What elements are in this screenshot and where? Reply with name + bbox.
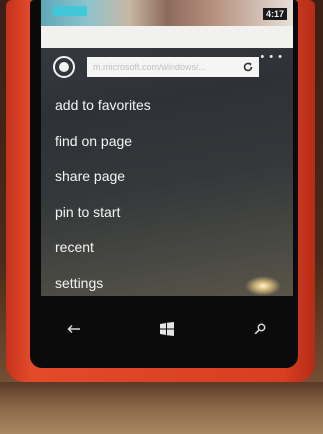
search-button[interactable] (245, 314, 275, 344)
table-surface (0, 382, 323, 434)
photo-frame: 4:17 m.microsoft.com/windows/... • • • a… (0, 0, 323, 434)
hardware-nav-bar (41, 296, 293, 358)
web-page-preview: 4:17 (41, 0, 293, 26)
refresh-icon[interactable] (242, 61, 254, 73)
browser-menu: add to favorites find on page share page… (55, 88, 151, 296)
menu-item-add-to-favorites[interactable]: add to favorites (55, 88, 151, 124)
phone-screen: 4:17 m.microsoft.com/windows/... • • • a… (41, 0, 293, 296)
menu-item-find-on-page[interactable]: find on page (55, 124, 151, 160)
menu-item-recent[interactable]: recent (55, 230, 151, 266)
address-bar[interactable]: m.microsoft.com/windows/... (87, 57, 259, 77)
menu-item-share-page[interactable]: share page (55, 159, 151, 195)
back-arrow-icon (67, 324, 80, 334)
windows-logo-icon (160, 322, 174, 336)
more-options-icon[interactable]: • • • (260, 51, 283, 63)
back-button[interactable] (59, 314, 89, 344)
light-glare (245, 276, 281, 296)
page-banner-block (53, 6, 87, 16)
menu-item-pin-to-start[interactable]: pin to start (55, 195, 151, 231)
address-text: m.microsoft.com/windows/... (93, 62, 207, 72)
start-button[interactable] (152, 314, 182, 344)
menu-item-settings[interactable]: settings (55, 266, 151, 297)
status-clock: 4:17 (262, 8, 287, 20)
tabs-icon[interactable] (53, 56, 75, 78)
browser-app-bar: m.microsoft.com/windows/... • • • (41, 48, 293, 84)
page-content-strip (41, 26, 293, 48)
search-icon (254, 323, 266, 335)
